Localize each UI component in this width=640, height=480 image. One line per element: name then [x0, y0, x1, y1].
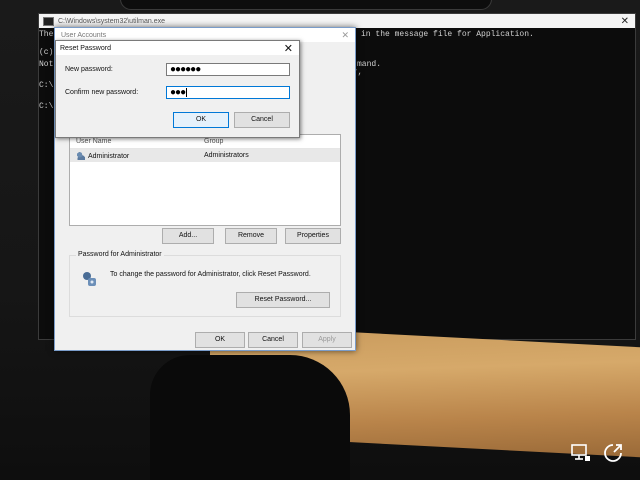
reset-password-close-button[interactable]: ✕ — [284, 42, 293, 55]
cmd-title: C:\Windows\system32\utilman.exe — [58, 17, 165, 25]
reset-password-dialog: Reset Password ✕ New password: ●●●●●● Co… — [55, 40, 300, 138]
user-accounts-title: User Accounts — [61, 31, 107, 39]
confirm-password-value: ●●● — [170, 87, 186, 98]
password-group-label: Password for Administrator — [76, 251, 164, 258]
password-group: Password for Administrator To change the… — [69, 251, 341, 317]
properties-button[interactable]: Properties — [285, 228, 341, 244]
ease-of-access-icon[interactable] — [602, 442, 624, 464]
cmd-line: C:\ — [39, 81, 54, 90]
cmd-line: mand. — [357, 60, 382, 69]
reset-ok-button[interactable]: OK — [173, 112, 229, 128]
cmd-close-button[interactable]: ✕ — [621, 16, 629, 27]
shadow — [150, 355, 350, 480]
cmd-line: Not — [39, 60, 54, 69]
confirm-password-label: Confirm new password: — [65, 89, 139, 96]
apply-button[interactable]: Apply — [302, 332, 352, 348]
reset-password-titlebar: Reset Password ✕ — [56, 41, 299, 55]
reset-password-title: Reset Password — [60, 44, 111, 52]
table-row[interactable]: Administrator Administrators — [70, 149, 340, 162]
ease-of-access-icon-glyph — [604, 444, 622, 462]
user-name-cell: Administrator — [70, 151, 204, 160]
keys-icon — [83, 272, 96, 286]
cmd-line: C:\ — [39, 102, 54, 111]
cmd-line: (c) — [39, 48, 54, 57]
cmd-titlebar: C:\Windows\system32\utilman.exe ✕ — [39, 14, 635, 28]
group-cell: Administrators — [204, 152, 249, 159]
network-icon[interactable] — [570, 442, 592, 464]
column-header-group[interactable]: Group — [204, 138, 324, 145]
cmd-icon — [43, 16, 54, 26]
new-password-field[interactable]: ●●●●●● — [166, 63, 290, 76]
reset-cancel-button[interactable]: Cancel — [234, 112, 290, 128]
password-group-text: To change the password for Administrator… — [110, 271, 311, 278]
new-password-label: New password: — [65, 66, 113, 73]
ok-button[interactable]: OK — [195, 332, 245, 348]
network-icon-glyph — [571, 444, 590, 461]
remove-button[interactable]: Remove — [225, 228, 277, 244]
cmd-line: The — [39, 30, 54, 39]
text-caret — [186, 87, 188, 97]
users-list[interactable]: User Name Group Administrator Administra… — [69, 134, 341, 226]
add-button[interactable]: Add... — [162, 228, 214, 244]
column-header-user-name[interactable]: User Name — [70, 138, 204, 145]
user-name: Administrator — [88, 152, 130, 160]
user-icon — [76, 151, 85, 160]
cancel-button[interactable]: Cancel — [248, 332, 298, 348]
cmd-line: in the message file for Application. — [361, 30, 534, 39]
reset-password-button[interactable]: Reset Password... — [236, 292, 330, 308]
top-bar — [120, 0, 492, 10]
user-accounts-close-button[interactable]: ✕ — [341, 30, 349, 41]
confirm-password-field[interactable]: ●●● — [166, 86, 290, 99]
